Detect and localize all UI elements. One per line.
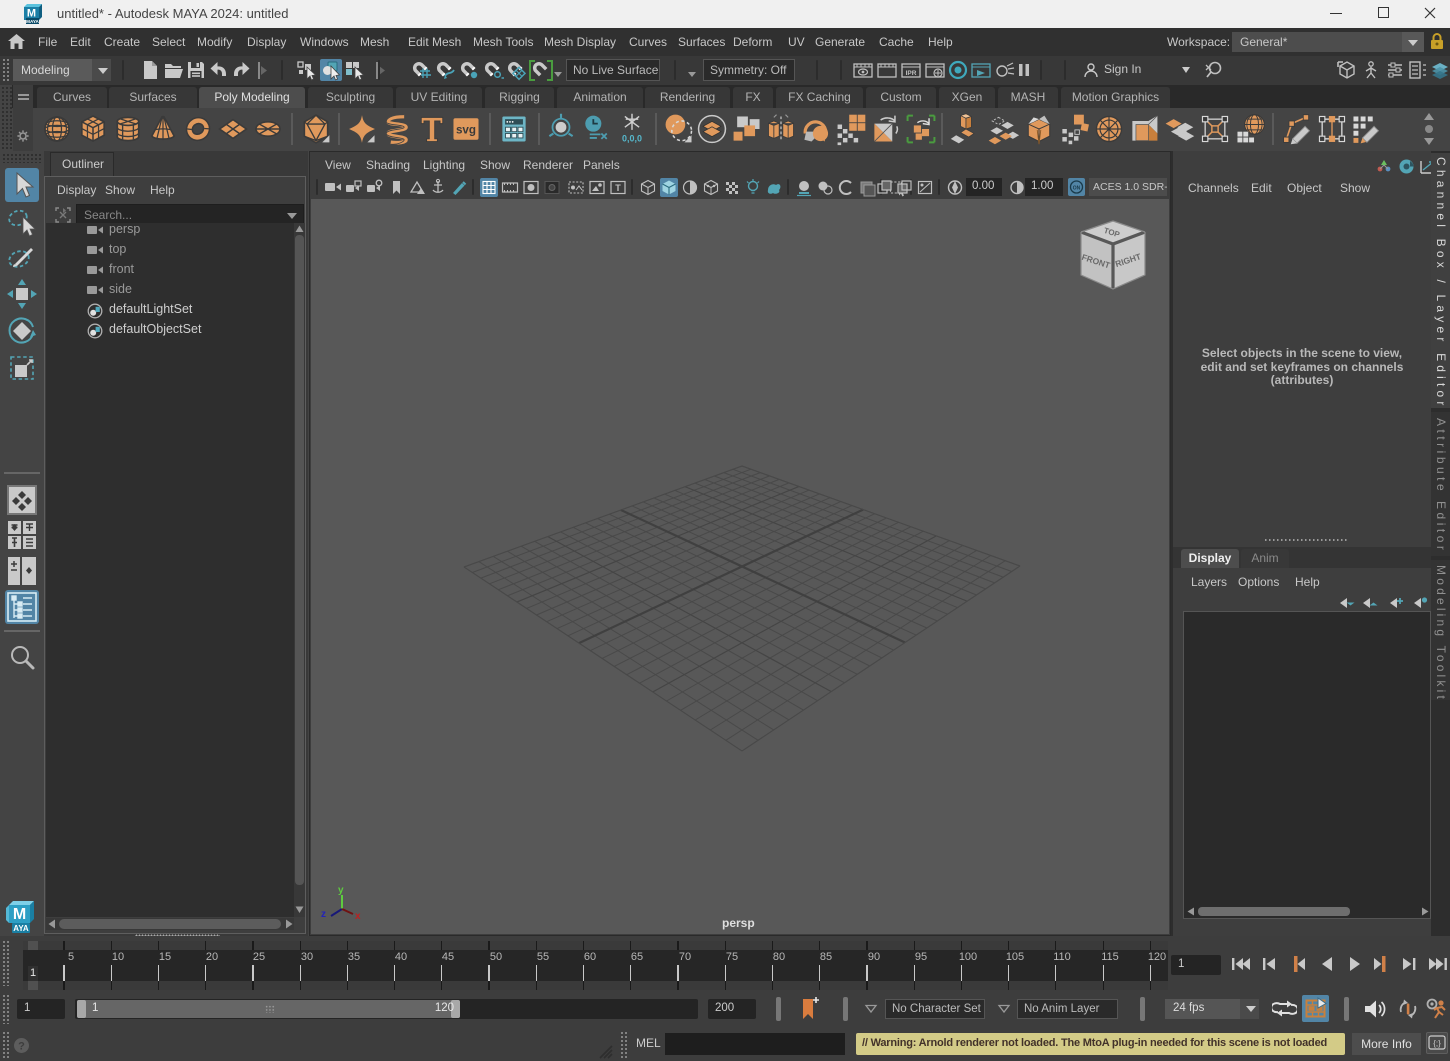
svg-text:y: y [338,885,344,896]
svg-text:svg: svg [456,123,476,136]
svg-text:ON: ON [1073,186,1081,192]
svg-text:T: T [615,183,621,193]
svg-text:z: z [321,909,326,920]
svg-text:{;}: {;} [1433,1039,1441,1048]
svg-text:AYA: AYA [13,924,29,933]
svg-text:0,0,0: 0,0,0 [622,134,642,144]
svg-text:M: M [13,906,26,923]
svg-text:MAYA: MAYA [26,19,39,24]
svg-text:M: M [27,8,36,20]
svg-text:IPR: IPR [906,70,917,77]
svg-text:?: ? [18,1041,25,1053]
svg-text:x: x [355,911,361,922]
